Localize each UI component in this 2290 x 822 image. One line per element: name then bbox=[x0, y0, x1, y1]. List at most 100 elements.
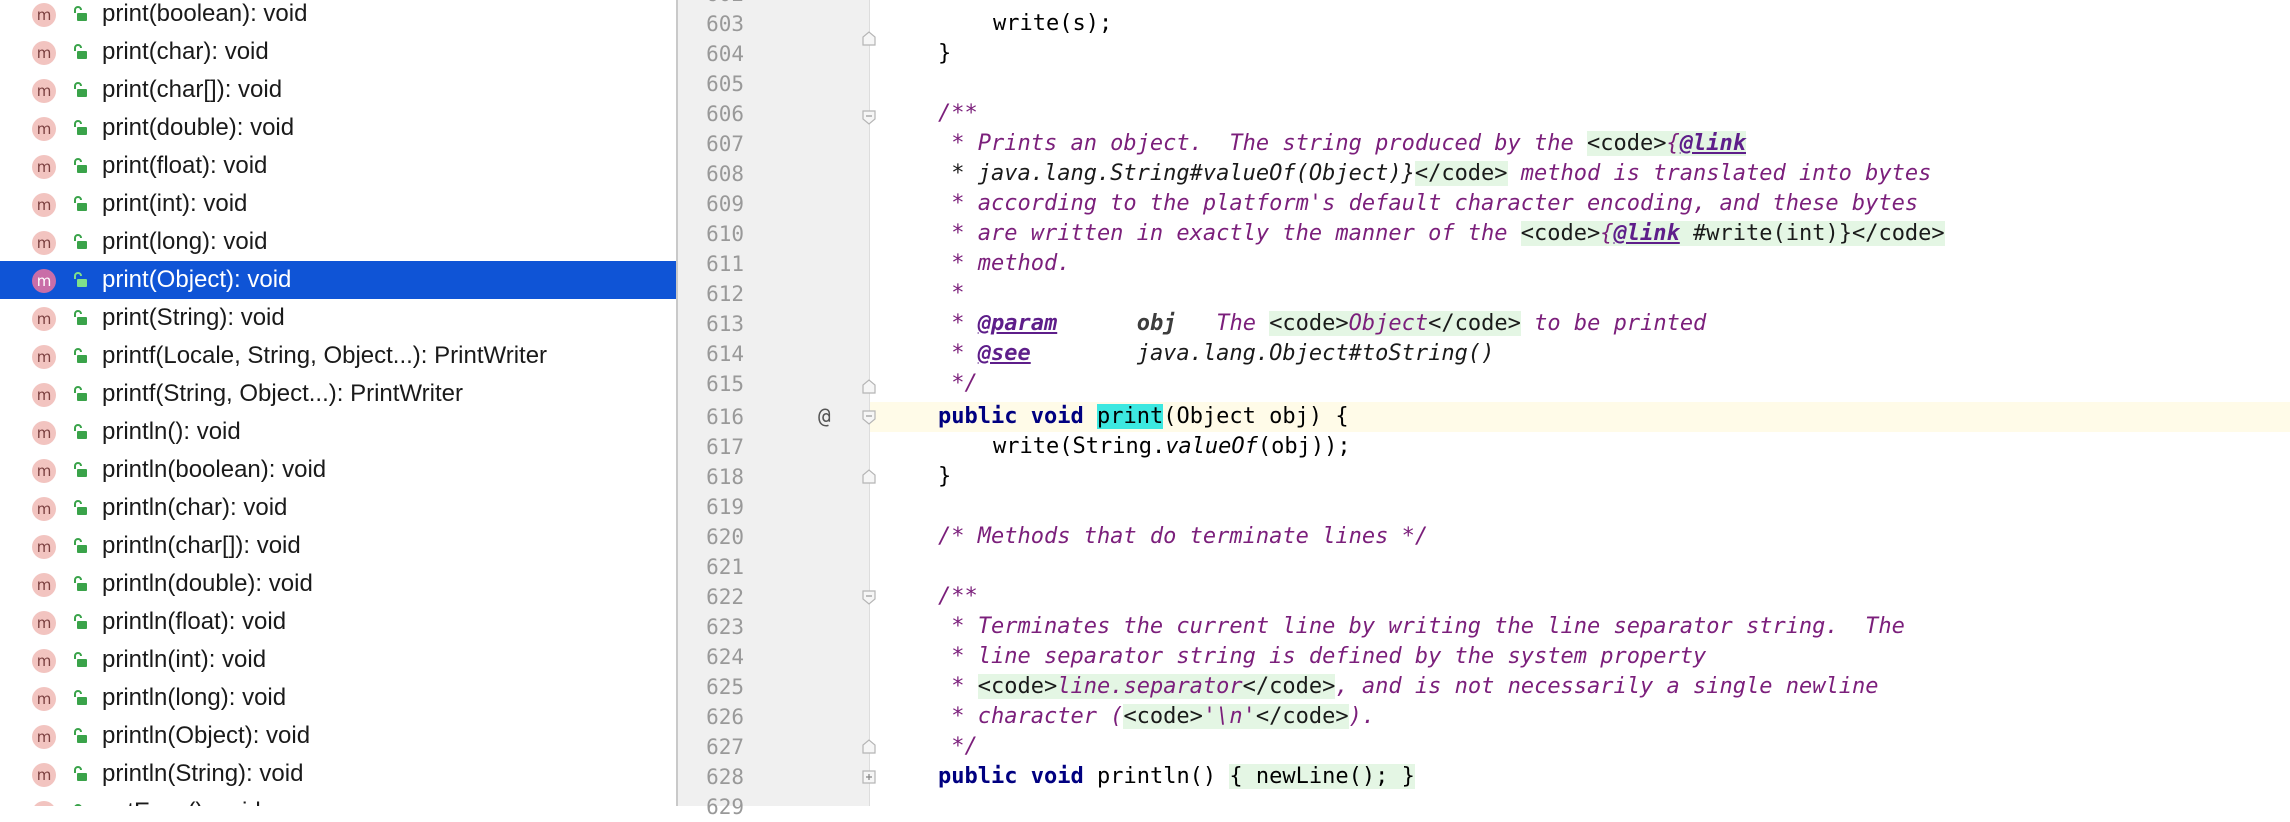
fold-start-icon[interactable] bbox=[861, 109, 877, 125]
public-access-icon bbox=[74, 614, 87, 629]
method-icon: m bbox=[32, 497, 56, 521]
line-number: 602 bbox=[678, 0, 744, 9]
public-access-icon bbox=[74, 576, 87, 591]
member-label: print(Object): void bbox=[102, 266, 292, 293]
structure-member-item[interactable]: m print(char): void bbox=[0, 33, 676, 71]
member-label: print(long): void bbox=[102, 228, 268, 255]
structure-member-item[interactable]: m println(int): void bbox=[0, 641, 676, 679]
line-number: 610 bbox=[706, 222, 744, 246]
doc-tag-see: @see bbox=[977, 341, 1031, 366]
doc-text: * character ( bbox=[938, 704, 1124, 729]
line-number: 618 bbox=[706, 465, 744, 489]
doc-param-name: obj bbox=[1136, 311, 1177, 336]
keyword: public bbox=[938, 764, 1018, 789]
keyword: void bbox=[1030, 404, 1084, 429]
structure-member-item[interactable]: m print(float): void bbox=[0, 147, 676, 185]
method-icon: m bbox=[32, 3, 56, 27]
member-label: printf(Locale, String, Object...): Print… bbox=[102, 342, 548, 369]
doc-text: * bbox=[938, 311, 978, 336]
code-line-609: * according to the platform's default ch… bbox=[938, 191, 1919, 216]
structure-member-item[interactable]: m println(String): void bbox=[0, 755, 676, 793]
member-label: println(Object): void bbox=[102, 722, 311, 749]
fold-end-icon[interactable] bbox=[861, 31, 877, 47]
structure-member-item[interactable]: m print(boolean): void bbox=[0, 0, 676, 33]
line-number: 613 bbox=[706, 312, 744, 336]
code-line-614: * @see java.lang.Object#toString() bbox=[938, 339, 1494, 369]
line-number: 605 bbox=[706, 72, 744, 96]
folded-region-brace[interactable]: { bbox=[1229, 764, 1243, 789]
public-access-icon bbox=[74, 6, 87, 21]
structure-member-item[interactable]: m println(char): void bbox=[0, 489, 676, 527]
doc-reference[interactable]: * java.lang.String#valueOf(Object)} bbox=[938, 161, 1415, 186]
method-icon: m bbox=[32, 535, 56, 559]
code-line-613: * @param obj The <code>Object</code> to … bbox=[938, 309, 1706, 339]
method-icon: m bbox=[32, 307, 56, 331]
structure-member-item[interactable]: m println(double): void bbox=[0, 565, 676, 603]
html-tag: <code> bbox=[1587, 131, 1667, 156]
structure-member-item[interactable]: m println(char[]): void bbox=[0, 527, 676, 565]
method-icon: m bbox=[32, 79, 56, 103]
structure-member-item[interactable]: m print(int): void bbox=[0, 185, 676, 223]
method-icon: m bbox=[32, 117, 56, 141]
code-line-618: } bbox=[938, 464, 952, 489]
structure-member-item[interactable]: m printf(String, Object...): PrintWriter bbox=[0, 375, 676, 413]
structure-member-item[interactable]: m println(boolean): void bbox=[0, 451, 676, 489]
structure-member-item[interactable]: m print(Object): void bbox=[0, 261, 676, 299]
doc-reference[interactable]: java.lang.Object#toString() bbox=[1031, 341, 1495, 366]
line-number: 611 bbox=[706, 252, 744, 276]
line-number: 615 bbox=[706, 372, 744, 396]
code-line-626: * character (<code>'\n'</code>). bbox=[938, 702, 1375, 732]
public-access-icon bbox=[74, 424, 87, 439]
structure-member-item[interactable]: m print(String): void bbox=[0, 299, 676, 337]
structure-member-item[interactable]: m print(char[]): void bbox=[0, 71, 676, 109]
fold-start-icon[interactable] bbox=[861, 589, 877, 605]
method-name-highlight[interactable]: print bbox=[1096, 404, 1164, 429]
line-number: 604 bbox=[706, 42, 744, 66]
folded-region-brace[interactable]: } bbox=[1401, 764, 1415, 789]
fold-end-icon[interactable] bbox=[861, 379, 877, 395]
member-label: println(long): void bbox=[102, 684, 287, 711]
code-line-604: } bbox=[938, 41, 952, 66]
structure-member-item[interactable]: m setError(): void bbox=[0, 793, 676, 806]
code-text: (Object obj) { bbox=[1163, 404, 1349, 429]
public-access-icon bbox=[74, 500, 87, 515]
override-marker-icon[interactable]: @ bbox=[818, 401, 842, 431]
fold-end-icon[interactable] bbox=[861, 739, 877, 755]
structure-member-item[interactable]: m println(Object): void bbox=[0, 717, 676, 755]
fold-end-icon[interactable] bbox=[861, 469, 877, 485]
structure-member-item[interactable]: m println(long): void bbox=[0, 679, 676, 717]
line-number: 623 bbox=[706, 615, 744, 639]
member-label: println(boolean): void bbox=[102, 456, 327, 483]
code-line-625: * <code>line.separator</code>, and is no… bbox=[938, 672, 1878, 702]
doc-text: * Prints an object. The string produced … bbox=[938, 131, 1588, 156]
structure-member-item[interactable]: m println(): void bbox=[0, 413, 676, 451]
member-label: println(double): void bbox=[102, 570, 313, 597]
method-icon: m bbox=[32, 801, 56, 806]
code-line-622: /** bbox=[938, 584, 978, 609]
structure-member-item[interactable]: m printf(Locale, String, Object...): Prin… bbox=[0, 337, 676, 375]
structure-member-item[interactable]: m print(long): void bbox=[0, 223, 676, 261]
doc-tag-link[interactable]: @link bbox=[1613, 221, 1680, 246]
doc-text: method is translated into bytes bbox=[1507, 161, 1932, 186]
doc-space bbox=[1057, 311, 1136, 336]
doc-tag-link[interactable]: @link bbox=[1679, 131, 1746, 156]
method-icon: m bbox=[32, 687, 56, 711]
public-access-icon bbox=[74, 196, 87, 211]
method-icon: m bbox=[32, 573, 56, 597]
structure-member-item[interactable]: m print(double): void bbox=[0, 109, 676, 147]
code-line-603: write(s); bbox=[993, 11, 1113, 36]
public-access-icon bbox=[74, 728, 87, 743]
doc-text: , and is not necessarily a single newlin… bbox=[1335, 674, 1879, 699]
method-icon: m bbox=[32, 649, 56, 673]
fold-expand-icon[interactable] bbox=[861, 769, 877, 785]
folded-region-body[interactable]: newLine(); bbox=[1242, 764, 1402, 789]
code-line-616: public void print(Object obj) { bbox=[938, 402, 1349, 432]
fold-start-icon[interactable] bbox=[861, 409, 877, 425]
static-method: valueOf bbox=[1165, 434, 1258, 459]
line-number: 619 bbox=[706, 495, 744, 519]
method-icon: m bbox=[32, 231, 56, 255]
public-access-icon bbox=[74, 44, 87, 59]
method-icon: m bbox=[32, 383, 56, 407]
doc-reference[interactable]: #write(int)} bbox=[1679, 221, 1852, 246]
structure-member-item[interactable]: m println(float): void bbox=[0, 603, 676, 641]
